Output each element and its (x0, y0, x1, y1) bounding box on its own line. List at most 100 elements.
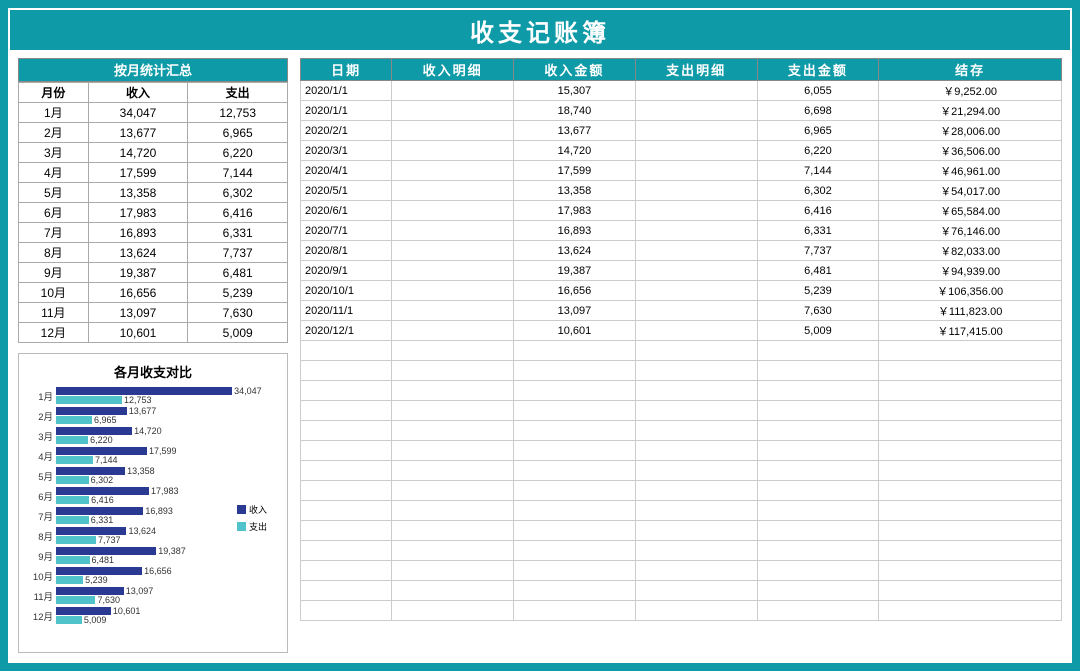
bar-income-label: 14,720 (134, 426, 162, 436)
bar-income-label: 13,358 (127, 466, 155, 476)
cell-date: 2020/12/1 (301, 321, 392, 341)
chart-row: 1月34,04712,753 (25, 387, 237, 405)
cell-income-desc (392, 221, 514, 241)
cell-expense-amt: 6,055 (757, 81, 879, 101)
table-row: 2020/11/113,0977,630￥111,823.00 (301, 301, 1062, 321)
cell-income-amt: 17,599 (514, 161, 636, 181)
chart-row: 3月14,7206,220 (25, 427, 237, 445)
cell-month: 6月 (19, 203, 89, 223)
detail-col-income-desc: 收入明细 (392, 59, 514, 81)
table-row: 4月17,5997,144 (19, 163, 288, 183)
cell-income-desc (392, 301, 514, 321)
cell-month: 9月 (19, 263, 89, 283)
cell-balance: ￥21,294.00 (879, 101, 1062, 121)
bar-expense-label: 5,239 (85, 575, 108, 585)
bar-income (56, 387, 232, 395)
chart-bars: 13,0977,630 (56, 587, 237, 605)
table-row-empty (301, 561, 1062, 581)
cell-expense: 7,144 (188, 163, 288, 183)
bar-expense (56, 416, 92, 424)
cell-income: 16,893 (88, 223, 188, 243)
cell-balance: ￥36,506.00 (879, 141, 1062, 161)
table-row-empty (301, 361, 1062, 381)
cell-date: 2020/11/1 (301, 301, 392, 321)
bar-expense (56, 456, 93, 464)
cell-income-desc (392, 101, 514, 121)
table-row-empty (301, 541, 1062, 561)
table-row: 2020/1/118,7406,698￥21,294.00 (301, 101, 1062, 121)
bar-income-label: 10,601 (113, 606, 141, 616)
legend-label-expense: 支出 (249, 520, 267, 533)
chart-row: 8月13,6247,737 (25, 527, 237, 545)
cell-date: 2020/5/1 (301, 181, 392, 201)
detail-col-expense-amt: 支出金额 (757, 59, 879, 81)
chart-row: 7月16,8936,331 (25, 507, 237, 525)
table-row: 2020/1/115,3076,055￥9,252.00 (301, 81, 1062, 101)
cell-income-amt: 10,601 (514, 321, 636, 341)
chart-category-label: 3月 (25, 429, 53, 443)
cell-income-desc (392, 201, 514, 221)
cell-date: 2020/3/1 (301, 141, 392, 161)
detail-col-expense-desc: 支出明细 (635, 59, 757, 81)
chart-row: 11月13,0977,630 (25, 587, 237, 605)
cell-expense-amt: 6,416 (757, 201, 879, 221)
cell-income-amt: 13,624 (514, 241, 636, 261)
bar-income-label: 13,624 (128, 526, 156, 536)
cell-income-desc (392, 281, 514, 301)
cell-income-amt: 16,893 (514, 221, 636, 241)
left-column: 按月统计汇总 月份 收入 支出 1月34,04712,7532月13,6776,… (18, 58, 288, 653)
summary-col-income: 收入 (88, 83, 188, 103)
chart-bars: 16,656 5,239 (56, 567, 237, 585)
cell-expense: 12,753 (188, 103, 288, 123)
table-row: 3月14,7206,220 (19, 143, 288, 163)
bar-income (56, 607, 111, 615)
bar-income-label: 16,656 (144, 566, 172, 576)
table-row: 12月10,6015,009 (19, 323, 288, 343)
chart-category-label: 10月 (25, 569, 53, 583)
cell-expense-desc (635, 281, 757, 301)
table-row: 1月34,04712,753 (19, 103, 288, 123)
bar-expense (56, 576, 83, 584)
chart-bars: 19,3876,481 (56, 547, 237, 565)
bar-income (56, 487, 149, 495)
table-row-empty (301, 381, 1062, 401)
bar-expense-label: 6,331 (91, 515, 114, 525)
table-row: 2020/7/116,8936,331￥76,146.00 (301, 221, 1062, 241)
cell-date: 2020/8/1 (301, 241, 392, 261)
cell-balance: ￥106,356.00 (879, 281, 1062, 301)
legend-income: 收入 (237, 503, 267, 516)
bar-income (56, 467, 125, 475)
cell-expense-amt: 7,737 (757, 241, 879, 261)
chart-category-label: 2月 (25, 409, 53, 423)
bar-income-label: 17,599 (149, 446, 177, 456)
bar-expense (56, 596, 95, 604)
bar-income (56, 427, 132, 435)
legend-swatch-expense (237, 522, 246, 531)
table-row: 7月16,8936,331 (19, 223, 288, 243)
cell-expense: 6,965 (188, 123, 288, 143)
cell-income-desc (392, 81, 514, 101)
cell-expense-desc (635, 201, 757, 221)
bar-expense-label: 6,965 (94, 415, 117, 425)
bar-expense (56, 436, 88, 444)
cell-date: 2020/7/1 (301, 221, 392, 241)
cell-balance: ￥117,415.00 (879, 321, 1062, 341)
chart-category-label: 6月 (25, 489, 53, 503)
bar-expense-label: 7,737 (98, 535, 121, 545)
bar-income (56, 507, 143, 515)
cell-month: 10月 (19, 283, 89, 303)
bar-expense-label: 7,144 (95, 455, 118, 465)
detail-col-date: 日期 (301, 59, 392, 81)
bar-income (56, 527, 126, 535)
table-row-empty (301, 501, 1062, 521)
chart-category-label: 11月 (25, 589, 53, 603)
chart-bars: 17,9836,416 (56, 487, 237, 505)
cell-income: 14,720 (88, 143, 188, 163)
chart-category-label: 5月 (25, 469, 53, 483)
cell-expense-amt: 7,630 (757, 301, 879, 321)
cell-expense-desc (635, 321, 757, 341)
cell-date: 2020/2/1 (301, 121, 392, 141)
cell-income-desc (392, 241, 514, 261)
cell-month: 5月 (19, 183, 89, 203)
chart-row: 9月19,3876,481 (25, 547, 237, 565)
